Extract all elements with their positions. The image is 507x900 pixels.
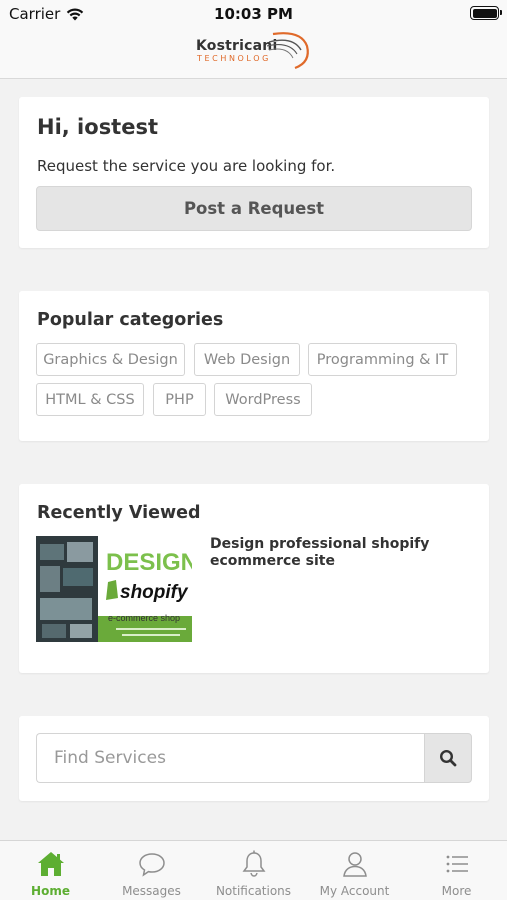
status-bar: Carrier 10:03 PM bbox=[0, 0, 507, 28]
app-header: Kostricani TECHNOLOG bbox=[0, 28, 507, 79]
category-tag[interactable]: Programming & IT bbox=[308, 343, 457, 376]
category-tag[interactable]: HTML & CSS bbox=[36, 383, 144, 416]
battery-icon bbox=[470, 6, 502, 20]
app-logo: Kostricani TECHNOLOG bbox=[193, 28, 318, 74]
greeting-subtitle: Request the service you are looking for. bbox=[37, 157, 336, 175]
tab-label: More bbox=[441, 884, 472, 898]
tab-home[interactable]: Home bbox=[0, 841, 101, 900]
tab-messages[interactable]: Messages bbox=[101, 841, 202, 900]
category-tag[interactable]: PHP bbox=[153, 383, 206, 416]
greeting-title: Hi, iostest bbox=[37, 115, 159, 139]
logo-name: Kostricani bbox=[196, 38, 278, 54]
clock: 10:03 PM bbox=[214, 5, 293, 23]
categories-title: Popular categories bbox=[37, 310, 224, 330]
gig-thumbnail[interactable]: DESIGN shopify e-commerce shop bbox=[36, 536, 192, 642]
category-tag[interactable]: WordPress bbox=[214, 383, 312, 416]
home-icon bbox=[37, 852, 64, 876]
post-request-button[interactable]: Post a Request bbox=[36, 186, 472, 231]
tab-bar: Home Messages Notifications My Account M… bbox=[0, 840, 507, 900]
category-tag[interactable]: Web Design bbox=[194, 343, 300, 376]
tab-label: Messages bbox=[122, 884, 181, 898]
gig-title-link[interactable]: Design professional shopify ecommerce si… bbox=[210, 536, 460, 570]
greeting-card: Hi, iostest Request the service you are … bbox=[19, 97, 489, 248]
thumb-brand: shopify bbox=[120, 582, 189, 603]
tab-label: My Account bbox=[319, 884, 390, 898]
person-icon bbox=[342, 852, 367, 877]
search-card: Find Services bbox=[19, 716, 489, 801]
logo-subtitle: TECHNOLOG bbox=[197, 54, 271, 63]
thumb-headline: DESIGN bbox=[106, 549, 192, 576]
recently-viewed-title: Recently Viewed bbox=[37, 503, 201, 523]
category-tag[interactable]: Graphics & Design bbox=[36, 343, 185, 376]
logo-swoosh-icon bbox=[267, 32, 309, 70]
recently-viewed-card: Recently Viewed DESIGN shopify e-commerc… bbox=[19, 484, 489, 673]
tab-notifications[interactable]: Notifications bbox=[203, 841, 304, 900]
tab-label: Notifications bbox=[215, 884, 292, 898]
tab-more[interactable]: More bbox=[406, 841, 507, 900]
bell-icon bbox=[242, 850, 265, 877]
popular-categories-card: Popular categories Graphics & Design Web… bbox=[19, 291, 489, 441]
tab-label: Home bbox=[31, 884, 70, 898]
search-button[interactable] bbox=[424, 733, 472, 783]
search-icon bbox=[439, 749, 457, 767]
tab-my-account[interactable]: My Account bbox=[304, 841, 405, 900]
list-icon bbox=[446, 855, 468, 873]
chat-bubble-icon bbox=[138, 853, 165, 877]
thumb-tagline: e-commerce shop bbox=[108, 613, 180, 623]
search-input[interactable]: Find Services bbox=[36, 733, 424, 783]
